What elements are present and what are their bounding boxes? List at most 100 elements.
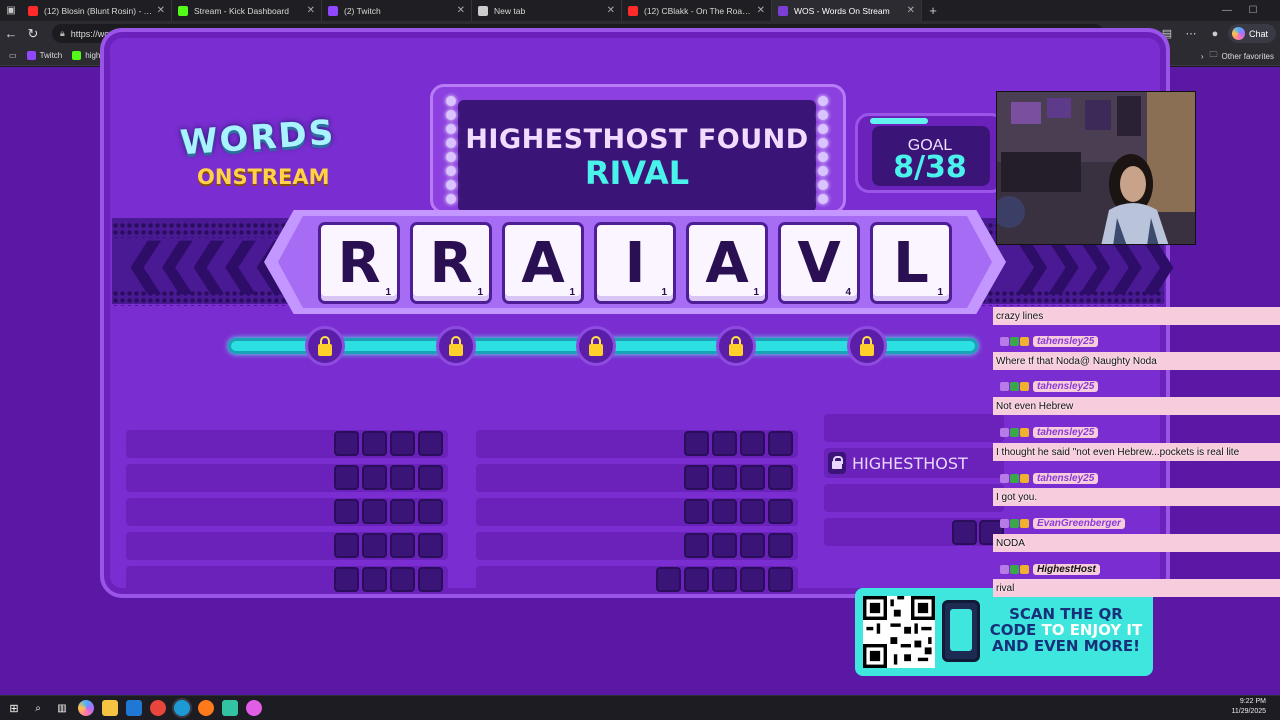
close-tab-icon[interactable]: ✕ <box>607 5 615 16</box>
banner-bulb <box>446 166 456 176</box>
letter-tile[interactable]: R1 <box>410 222 492 304</box>
letter-slot <box>740 465 765 490</box>
chat-user-name: tahensley25 <box>1033 472 1099 484</box>
letter-slot <box>740 431 765 456</box>
letter-tile[interactable]: A1 <box>502 222 584 304</box>
browser-tab[interactable]: Stream - Kick Dashboard ✕ <box>172 0 322 21</box>
tile-score: 1 <box>385 287 391 298</box>
chat-username: tahensley25 <box>1000 425 1099 439</box>
chat-badge-icon <box>1010 336 1019 346</box>
app-icon[interactable] <box>246 700 262 716</box>
found-by-row: HIGHESTHOST <box>824 448 1004 478</box>
progress-lock <box>576 326 616 366</box>
newtab-icon <box>478 5 488 16</box>
close-tab-icon[interactable]: ✕ <box>757 5 765 16</box>
lock-icon <box>449 336 463 356</box>
copilot-chat-button[interactable]: Chat <box>1227 24 1276 43</box>
letter-slot <box>768 499 793 524</box>
letter-slot <box>712 499 737 524</box>
refresh-button[interactable]: ↻ <box>22 23 44 45</box>
letter-tile[interactable]: R1 <box>318 222 400 304</box>
letter-slot <box>334 465 359 490</box>
bookmark-label: Twitch <box>39 51 63 60</box>
close-tab-icon[interactable]: ✕ <box>157 5 165 16</box>
chat-badge-icon <box>1000 427 1009 437</box>
letter-slot <box>362 499 387 524</box>
close-tab-icon[interactable]: ✕ <box>907 5 915 16</box>
letter-tile[interactable]: A1 <box>686 222 768 304</box>
chat-badge-icon <box>1010 473 1019 483</box>
close-tab-icon[interactable]: ✕ <box>307 5 315 16</box>
outlook-icon[interactable] <box>126 700 142 716</box>
bookmark-item[interactable]: Twitch <box>22 51 68 60</box>
system-clock[interactable]: 9:22 PM 11/29/2025 <box>1231 697 1266 717</box>
letter-tile[interactable]: L1 <box>870 222 952 304</box>
chrome-icon[interactable] <box>150 700 166 716</box>
file-explorer-icon[interactable] <box>102 700 118 716</box>
firefox-icon[interactable] <box>198 700 214 716</box>
streamlabs-icon[interactable] <box>222 700 238 716</box>
letter-slot <box>362 431 387 456</box>
chat-user-name: tahensley25 <box>1033 335 1099 347</box>
tile-score: 1 <box>661 287 667 298</box>
close-tab-icon[interactable]: ✕ <box>457 5 465 16</box>
maximize-icon[interactable]: ☐ <box>1240 0 1266 21</box>
qr-promo-text: SCAN THE QR CODE TO ENJOY IT AND EVEN MO… <box>989 605 1143 655</box>
bookmarks-panel-icon[interactable]: ▭ <box>4 51 22 60</box>
webcam-feed <box>996 91 1196 245</box>
chat-message: I got you. <box>993 488 1280 506</box>
lock-body <box>589 344 603 356</box>
kick-icon <box>178 5 188 16</box>
minimize-icon[interactable]: — <box>1214 0 1240 21</box>
chat-badge-icon <box>1010 427 1019 437</box>
copilot-app-icon[interactable] <box>78 700 94 716</box>
browser-tab[interactable]: (2) Twitch ✕ <box>322 0 472 21</box>
letter-slot <box>684 465 709 490</box>
letter-slot <box>740 567 765 592</box>
letter-slot <box>418 533 443 558</box>
letter-tile[interactable]: I1 <box>594 222 676 304</box>
banner-bulb <box>818 124 828 134</box>
banner-bulb <box>446 152 456 162</box>
settings-more-icon[interactable]: ⋯ <box>1180 23 1202 45</box>
lock-body <box>729 344 743 356</box>
banner-bulb <box>446 194 456 204</box>
lock-icon <box>860 336 874 356</box>
browser-tab[interactable]: (12) Blosin (Blunt Rosin) - YouTube ✕ <box>22 0 172 21</box>
letter-slot <box>362 533 387 558</box>
chat-message: Where tf that Noda@ Naughty Noda <box>993 352 1280 370</box>
browser-tab[interactable]: WOS - Words On Stream ✕ <box>772 0 922 21</box>
banner-bulb <box>818 166 828 176</box>
tab-actions-icon[interactable]: ▣ <box>0 0 22 21</box>
task-view-icon[interactable]: ▥ <box>54 700 70 716</box>
chat-message: NODA <box>993 534 1280 552</box>
letter-slot <box>334 499 359 524</box>
chat-badge-icon <box>1020 381 1029 391</box>
chat-badge-icon <box>1020 564 1029 574</box>
banner-bulb <box>818 110 828 120</box>
answer-row <box>824 484 1004 512</box>
browser-tab[interactable]: (12) CBlakk - On The Road 2 (feat... ✕ <box>622 0 772 21</box>
tab-title: (12) Blosin (Blunt Rosin) - YouTube <box>44 5 153 16</box>
chat-badge-icon <box>1000 336 1009 346</box>
profile-avatar[interactable]: ● <box>1204 23 1226 45</box>
letter-slot <box>952 520 977 545</box>
letter-tile[interactable]: V4 <box>778 222 860 304</box>
edge-icon[interactable] <box>174 700 190 716</box>
letter-slot <box>712 465 737 490</box>
letter-slot <box>768 533 793 558</box>
search-icon[interactable]: ⌕ <box>30 700 46 716</box>
tab-title: Stream - Kick Dashboard <box>194 5 289 16</box>
start-icon[interactable]: ⊞ <box>6 700 22 716</box>
folder-icon: 🗀 <box>1209 50 1218 59</box>
letter-slot <box>768 567 793 592</box>
browser-tab[interactable]: New tab ✕ <box>472 0 622 21</box>
new-tab-button[interactable]: + <box>922 0 944 21</box>
other-favorites[interactable]: › 🗀 Other favorites <box>1201 46 1274 66</box>
chevron-right-icon[interactable]: › <box>1201 52 1204 61</box>
letter-slot <box>390 533 415 558</box>
goal-value: 8/38 <box>893 150 967 185</box>
banner-bulb <box>446 138 456 148</box>
back-button[interactable]: ← <box>0 23 22 45</box>
screen: ▣ (12) Blosin (Blunt Rosin) - YouTube✕St… <box>0 0 1280 720</box>
